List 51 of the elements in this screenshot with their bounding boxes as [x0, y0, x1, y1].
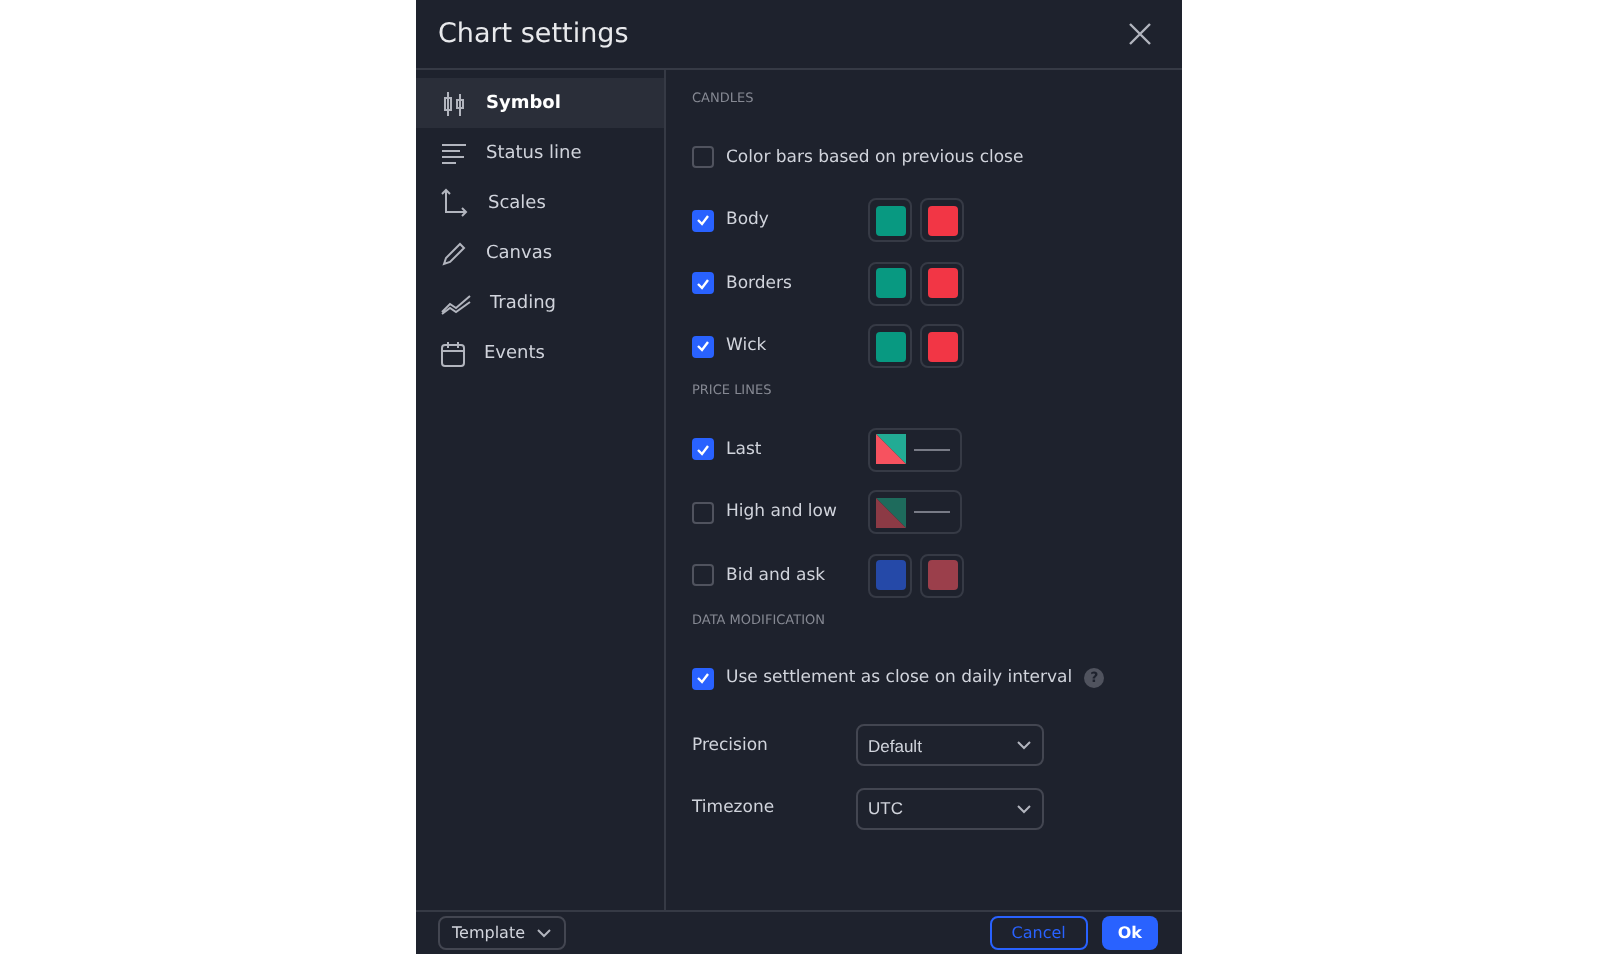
line-sample-icon	[914, 447, 950, 452]
chevron-down-icon	[1016, 803, 1032, 814]
color-swatch[interactable]	[920, 198, 964, 243]
dropdown[interactable]: Default	[856, 724, 1044, 767]
color-swatch[interactable]	[920, 553, 964, 598]
option-label: Color bars based on previous close	[726, 147, 1024, 168]
calendar-icon	[440, 339, 466, 367]
close-icon[interactable]	[1126, 20, 1154, 48]
color-swatch[interactable]	[868, 324, 912, 369]
sidebar-item[interactable]: Status line	[416, 128, 664, 178]
sidebar-item[interactable]: Events	[416, 328, 664, 378]
checkbox[interactable]	[692, 272, 714, 295]
dialog-title: Chart settings	[438, 18, 629, 50]
option-label: High and low	[726, 502, 839, 523]
checkbox[interactable]	[692, 564, 714, 587]
checkbox[interactable]	[692, 335, 714, 358]
candlestick-icon	[440, 89, 468, 117]
ok-button[interactable]: Ok	[1101, 916, 1158, 950]
sidebar-item[interactable]: Scales	[416, 178, 664, 228]
field-label: Precision	[692, 735, 770, 756]
line-style-picker[interactable]	[868, 427, 962, 472]
chevron-down-icon	[535, 928, 552, 938]
color-swatch[interactable]	[868, 198, 912, 243]
zigzag-lines-icon	[440, 291, 472, 315]
text-lines-icon	[440, 141, 468, 165]
checkbox[interactable]	[692, 667, 714, 690]
checkbox[interactable]	[692, 146, 714, 169]
option-label: Bid and ask	[726, 565, 828, 586]
option-label: Borders	[726, 273, 794, 294]
color-swatch[interactable]	[868, 553, 912, 598]
template-dropdown[interactable]: Template	[438, 916, 566, 950]
line-style-picker[interactable]	[868, 490, 962, 535]
checkbox[interactable]	[692, 501, 714, 524]
chevron-down-icon	[1016, 740, 1032, 751]
option-label: Last	[726, 439, 764, 460]
option-label: Body	[726, 210, 771, 231]
option-label: Use settlement as close on daily interval	[726, 668, 1073, 689]
pencil-icon	[440, 239, 468, 267]
option-label: Wick	[726, 336, 769, 357]
sidebar-item[interactable]: Trading	[416, 278, 664, 328]
line-sample-icon	[914, 510, 950, 515]
checkbox[interactable]	[692, 209, 714, 232]
dropdown[interactable]: UTC	[856, 787, 1044, 830]
color-swatch[interactable]	[868, 261, 912, 306]
sidebar-item[interactable]: Canvas	[416, 228, 664, 278]
sidebar-item[interactable]: Symbol	[416, 78, 664, 128]
field-label: Timezone	[692, 798, 777, 819]
color-swatch[interactable]	[920, 324, 964, 369]
axes-icon	[440, 188, 470, 218]
color-swatch[interactable]	[920, 261, 964, 306]
checkbox[interactable]	[692, 438, 714, 461]
